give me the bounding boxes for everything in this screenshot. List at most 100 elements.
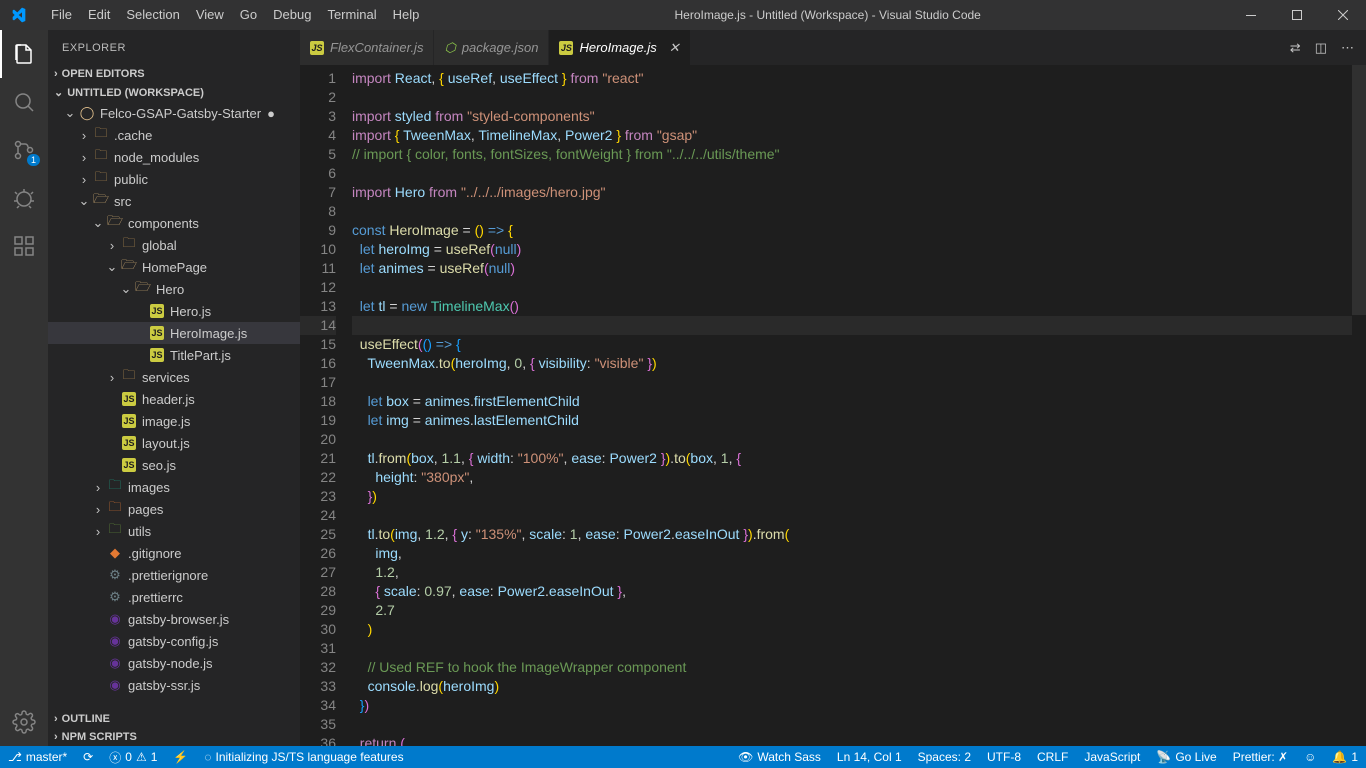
tree-global[interactable]: ›🗀global [48,234,300,256]
eol[interactable]: CRLF [1029,746,1076,768]
close-button[interactable] [1320,0,1366,30]
open-editors-section[interactable]: ›OPEN EDITORS [48,65,300,83]
go-live[interactable]: 📡Go Live [1148,746,1224,768]
menu-edit[interactable]: Edit [80,0,118,30]
menu-debug[interactable]: Debug [265,0,319,30]
folder-open-icon: 🗁 [106,212,124,234]
npm-icon: ⬡ [444,40,455,56]
tree-public[interactable]: ›🗀public [48,168,300,190]
more-icon[interactable]: ⋯ [1341,40,1354,56]
debug-icon[interactable] [0,174,48,222]
tree-gatsby-ssr[interactable]: ◉gatsby-ssr.js [48,674,300,696]
tree-titlepart-js[interactable]: JSTitlePart.js [48,344,300,366]
problems-status[interactable]: ⓧ0⚠1 [101,746,165,768]
circle-icon: ◯ [78,105,96,121]
close-icon[interactable]: ✕ [669,40,680,56]
tab-label: package.json [462,40,539,55]
tree-label: node_modules [114,150,199,165]
sync-icon: ⟳ [83,750,93,764]
workspace-label: UNTITLED (WORKSPACE) [67,87,204,99]
tree-prettierrc[interactable]: ⚙.prettierrc [48,586,300,608]
scm-badge: 1 [27,154,40,166]
tree-hero-folder[interactable]: ⌄🗁Hero [48,278,300,300]
code-content[interactable]: import React, { useRef, useEffect } from… [352,65,1366,746]
cursor-position[interactable]: Ln 14, Col 1 [829,746,910,768]
maximize-button[interactable] [1274,0,1320,30]
init-status[interactable]: ◌Initializing JS/TS language features [196,746,411,768]
folder-icon: 🗀 [106,476,124,498]
menu-file[interactable]: File [43,0,80,30]
tree-label: HomePage [142,260,207,275]
menu-help[interactable]: Help [385,0,428,30]
open-editors-label: OPEN EDITORS [62,68,145,80]
language-mode[interactable]: JavaScript [1076,746,1148,768]
tree-prettierignore[interactable]: ⚙.prettierignore [48,564,300,586]
compare-icon[interactable]: ⇄ [1290,40,1301,56]
npm-scripts-section[interactable]: ›NPM SCRIPTS [48,728,300,746]
tree-hero-js[interactable]: JSHero.js [48,300,300,322]
tree-gatsby-browser[interactable]: ◉gatsby-browser.js [48,608,300,630]
workspace-section[interactable]: ⌄UNTITLED (WORKSPACE) [48,83,300,102]
tree-image-js[interactable]: JSimage.js [48,410,300,432]
tree-seo-js[interactable]: JSseo.js [48,454,300,476]
prettier-status[interactable]: Prettier: ✗ [1225,746,1296,768]
tree-header-js[interactable]: JSheader.js [48,388,300,410]
branch-status[interactable]: ⎇master* [0,746,75,768]
tab-heroimage[interactable]: JSHeroImage.js✕ [549,30,690,65]
tree-services[interactable]: ›🗀services [48,366,300,388]
tree-gitignore[interactable]: ◆.gitignore [48,542,300,564]
settings-icon[interactable] [0,698,48,746]
folder-icon: 🗀 [92,146,110,168]
code-editor[interactable]: 1234567891011121314151617181920212223242… [300,65,1366,746]
tree-pages[interactable]: ›🗀pages [48,498,300,520]
tree-heroimage-js[interactable]: JSHeroImage.js [48,322,300,344]
folder-icon: 🗀 [106,498,124,520]
encoding[interactable]: UTF-8 [979,746,1029,768]
tree-gatsby-config[interactable]: ◉gatsby-config.js [48,630,300,652]
outline-section[interactable]: ›OUTLINE [48,710,300,728]
notifications[interactable]: 🔔1 [1324,746,1366,768]
folder-icon: 🗀 [92,124,110,146]
warning-count: 1 [151,750,158,764]
menu-selection[interactable]: Selection [118,0,187,30]
minimize-button[interactable] [1228,0,1274,30]
tab-actions: ⇄ ◫ ⋯ [1278,30,1366,65]
tab-label: FlexContainer.js [330,40,423,55]
tab-flexcontainer[interactable]: JSFlexContainer.js [300,30,434,65]
tree-cache[interactable]: ›🗀.cache [48,124,300,146]
menu-view[interactable]: View [188,0,232,30]
modified-dot-icon: ● [267,106,275,121]
source-control-icon[interactable]: 1 [0,126,48,174]
bell-icon: 🔔 [1332,750,1347,764]
tree-node-modules[interactable]: ›🗀node_modules [48,146,300,168]
scrollbar[interactable] [1352,65,1366,746]
menu-go[interactable]: Go [232,0,265,30]
file-tree[interactable]: ⌄◯Felco-GSAP-Gatsby-Starter● ›🗀.cache ›🗀… [48,102,300,710]
folder-open-icon: 🗁 [120,256,138,278]
indentation[interactable]: Spaces: 2 [910,746,979,768]
tree-components[interactable]: ⌄🗁components [48,212,300,234]
tree-homepage[interactable]: ⌄🗁HomePage [48,256,300,278]
sync-status[interactable]: ⟳ [75,746,101,768]
watch-sass[interactable]: 👁Watch Sass [730,746,829,768]
explorer-icon[interactable] [0,30,48,78]
tab-package[interactable]: ⬡ package.json [434,30,549,65]
tree-label: Hero.js [170,304,211,319]
tree-label: .prettierrc [128,590,183,605]
js-icon: JS [120,392,138,406]
split-icon[interactable]: ◫ [1315,40,1327,56]
menu-terminal[interactable]: Terminal [319,0,384,30]
menu-bar: File Edit Selection View Go Debug Termin… [35,0,427,30]
extensions-icon[interactable] [0,222,48,270]
eye-icon: 👁 [738,750,753,764]
port-icon[interactable]: ⚡ [165,746,196,768]
tree-gatsby-node[interactable]: ◉gatsby-node.js [48,652,300,674]
search-icon[interactable] [0,78,48,126]
tree-layout-js[interactable]: JSlayout.js [48,432,300,454]
tree-utils[interactable]: ›🗀utils [48,520,300,542]
tree-src[interactable]: ⌄🗁src [48,190,300,212]
feedback[interactable]: ☺ [1296,746,1324,768]
tree-project[interactable]: ⌄◯Felco-GSAP-Gatsby-Starter● [48,102,300,124]
tree-label: gatsby-node.js [128,656,213,671]
tree-images[interactable]: ›🗀images [48,476,300,498]
